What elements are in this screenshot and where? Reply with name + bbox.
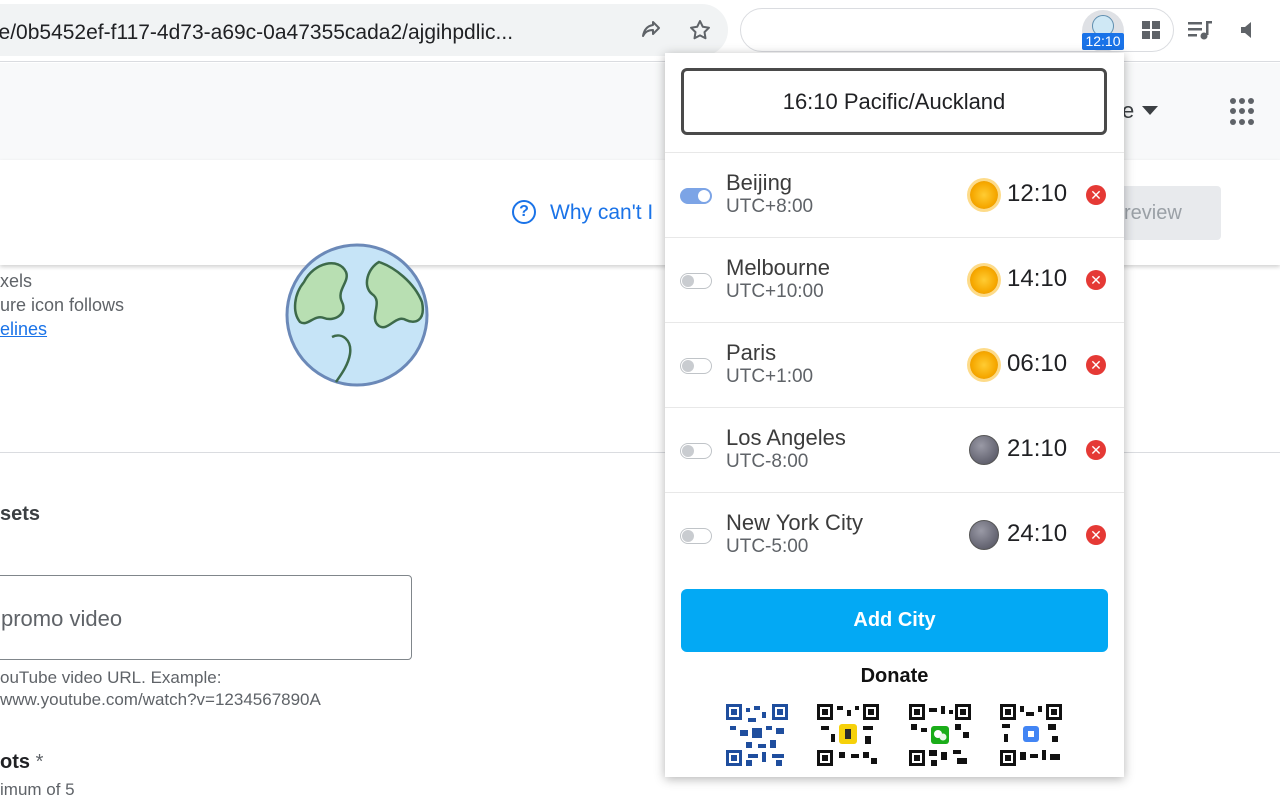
assets-heading: sets bbox=[0, 503, 41, 525]
promo-video-placeholder: promo video bbox=[1, 606, 123, 631]
city-row-beijing: Beijing UTC+8:00 12:10 ✕ bbox=[665, 152, 1124, 237]
city-time: 06:10 bbox=[1007, 350, 1068, 377]
sun-icon bbox=[970, 181, 998, 209]
city-row-new-york-city: New York City UTC-5:00 24:10 ✕ bbox=[665, 492, 1124, 577]
moon-icon bbox=[969, 435, 999, 465]
guidelines-link[interactable]: elines bbox=[0, 319, 47, 340]
current-time-display[interactable]: 16:10 Pacific/Auckland bbox=[681, 68, 1107, 135]
extension-badge: 12:10 bbox=[1082, 33, 1124, 50]
city-toggle[interactable] bbox=[680, 358, 712, 374]
icon-help-line-2: ure icon follows bbox=[0, 295, 125, 315]
google-pay-qr-code[interactable] bbox=[1000, 704, 1062, 766]
add-city-button[interactable]: Add City bbox=[681, 589, 1108, 652]
promo-help-line-1: ouTube video URL. Example: bbox=[0, 668, 222, 687]
city-name: Los Angeles bbox=[726, 425, 846, 450]
sun-icon bbox=[970, 266, 998, 294]
screenshots-heading: ots * bbox=[0, 751, 43, 774]
alipay-qr-code[interactable] bbox=[726, 704, 788, 766]
city-utc-offset: UTC+1:00 bbox=[726, 366, 814, 387]
url-text[interactable]: nsole/0b5452ef-f117-4d73-a69c-0a47355cad… bbox=[0, 21, 578, 45]
why-cant-i-link[interactable]: Why can't I bbox=[550, 201, 653, 225]
address-bar[interactable]: nsole/0b5452ef-f117-4d73-a69c-0a47355cad… bbox=[0, 4, 728, 56]
city-utc-offset: UTC-5:00 bbox=[726, 536, 809, 557]
city-time: 21:10 bbox=[1007, 435, 1068, 462]
speaker-icon[interactable] bbox=[1235, 16, 1263, 44]
promo-video-input[interactable]: promo video bbox=[0, 575, 412, 660]
media-playlist-icon[interactable] bbox=[1186, 16, 1214, 44]
extensions-grid-icon[interactable] bbox=[1137, 16, 1165, 44]
world-clock-popup: 16:10 Pacific/Auckland Beijing UTC+8:00 … bbox=[665, 53, 1124, 777]
sun-icon bbox=[970, 351, 998, 379]
city-time: 12:10 bbox=[1007, 180, 1068, 207]
delete-city-icon[interactable]: ✕ bbox=[1086, 185, 1106, 205]
city-time: 14:10 bbox=[1007, 265, 1068, 292]
city-name: New York City bbox=[726, 510, 863, 535]
delete-city-icon[interactable]: ✕ bbox=[1086, 355, 1106, 375]
city-name: Melbourne bbox=[726, 255, 830, 280]
delete-city-icon[interactable]: ✕ bbox=[1086, 440, 1106, 460]
city-toggle[interactable] bbox=[680, 273, 712, 289]
globe-icon bbox=[285, 243, 429, 387]
required-marker: * bbox=[35, 751, 44, 773]
promo-help-line-2: www.youtube.com/watch?v=1234567890A bbox=[0, 690, 321, 709]
city-utc-offset: UTC+10:00 bbox=[726, 281, 824, 302]
city-name: Paris bbox=[726, 340, 777, 365]
chevron-down-icon[interactable] bbox=[1142, 106, 1158, 115]
city-toggle[interactable] bbox=[680, 188, 712, 204]
share-icon[interactable] bbox=[637, 16, 665, 44]
city-toggle[interactable] bbox=[680, 443, 712, 459]
screenshots-heading-text: ots bbox=[0, 751, 30, 773]
wechat-qr-code[interactable] bbox=[909, 704, 971, 766]
screenshots-help: imum of 5 bbox=[0, 780, 75, 799]
city-name: Beijing bbox=[726, 170, 793, 195]
city-utc-offset: UTC+8:00 bbox=[726, 196, 814, 217]
moon-icon bbox=[969, 520, 999, 550]
city-row-melbourne: Melbourne UTC+10:00 14:10 ✕ bbox=[665, 237, 1124, 322]
apps-grid-icon[interactable] bbox=[1230, 98, 1258, 126]
city-utc-offset: UTC-8:00 bbox=[726, 451, 809, 472]
city-toggle[interactable] bbox=[680, 528, 712, 544]
city-time: 24:10 bbox=[1007, 520, 1068, 547]
city-row-paris: Paris UTC+1:00 06:10 ✕ bbox=[665, 322, 1124, 407]
city-row-los-angeles: Los Angeles UTC-8:00 21:10 ✕ bbox=[665, 407, 1124, 492]
help-circle-icon[interactable]: ? bbox=[512, 200, 536, 224]
delete-city-icon[interactable]: ✕ bbox=[1086, 525, 1106, 545]
delete-city-icon[interactable]: ✕ bbox=[1086, 270, 1106, 290]
bookmark-star-icon[interactable] bbox=[686, 16, 714, 44]
icon-help-line-1: xels bbox=[0, 271, 33, 291]
paypal-qr-code[interactable] bbox=[817, 704, 879, 766]
donate-label: Donate bbox=[860, 665, 929, 687]
